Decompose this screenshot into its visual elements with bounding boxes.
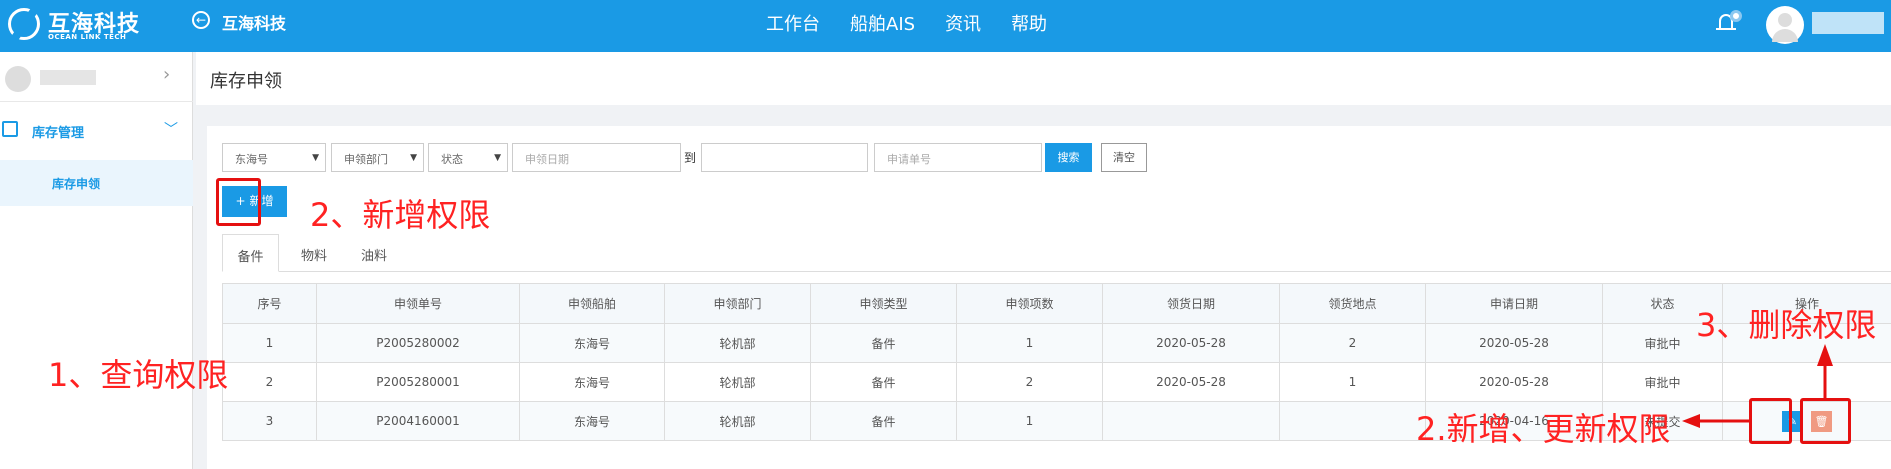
date-range-separator: 到 xyxy=(684,151,697,165)
table-cell: 备件 xyxy=(810,362,957,402)
logo-subtext: OCEAN LINK TECH xyxy=(48,33,127,41)
sidebar: › 库存管理 ﹀ 库存申领 xyxy=(0,52,193,469)
table-cell: 2020-05-28 xyxy=(1425,323,1603,363)
annotation-update-permission: 2.新增、更新权限 xyxy=(1416,410,1671,448)
dropdown-caret-icon: ▼ xyxy=(312,153,319,163)
table-cell: 2020-05-28 xyxy=(1102,362,1280,402)
column-header: 申领船舶 xyxy=(519,283,665,324)
table-cell: P2005280002 xyxy=(316,323,520,363)
nav-ship-ais[interactable]: 船舶AIS xyxy=(850,10,915,36)
column-header: 申领部门 xyxy=(664,283,811,324)
status-select[interactable]: 状态 ▼ xyxy=(428,143,508,172)
dropdown-caret-icon: ▼ xyxy=(494,153,501,163)
table-cell: 2 xyxy=(956,362,1103,402)
table-cell: 2 xyxy=(1279,323,1426,363)
sidebar-section-inventory[interactable]: 库存管理 ﹀ xyxy=(0,117,193,153)
table-cell xyxy=(1102,401,1280,441)
table-cell: P2004160001 xyxy=(316,401,520,441)
nav-news[interactable]: 资讯 xyxy=(945,10,981,36)
table-cell: 备件 xyxy=(810,323,957,363)
sidebar-section-label: 库存管理 xyxy=(32,126,85,141)
table-row[interactable]: 2 P2005280001 东海号 轮机部 备件 2 2020-05-28 1 … xyxy=(222,362,1891,402)
bag-icon xyxy=(2,121,18,137)
date-start-input[interactable]: 申领日期 xyxy=(512,143,681,172)
tab-oil[interactable]: 油料 xyxy=(348,234,400,272)
search-button[interactable]: 搜索 xyxy=(1045,143,1092,172)
tab-bar: 备件 物料 油料 xyxy=(222,234,1891,272)
department-select[interactable]: 申领部门 ▼ xyxy=(331,143,424,172)
user-name-redacted xyxy=(40,70,96,85)
column-header: 申领项数 xyxy=(956,283,1103,324)
main-nav: 工作台 船舶AIS 资讯 帮助 xyxy=(766,10,1047,36)
page-title: 库存申领 xyxy=(210,71,282,92)
ship-select[interactable]: 东海号 ▼ xyxy=(222,143,326,172)
table-cell: 备件 xyxy=(810,401,957,441)
table-header-row: 序号 申领单号 申领船舶 申领部门 申领类型 申领项数 领货日期 领货地点 申请… xyxy=(222,283,1891,324)
table-cell: 东海号 xyxy=(519,323,665,363)
dropdown-caret-icon: ▼ xyxy=(410,153,417,163)
apply-no-input[interactable]: 申请单号 xyxy=(874,143,1042,172)
chevron-right-icon: › xyxy=(163,64,171,85)
column-header: 申请日期 xyxy=(1425,283,1603,324)
username-redacted[interactable] xyxy=(1812,12,1884,34)
table-cell: 轮机部 xyxy=(664,401,811,441)
date-end-input[interactable] xyxy=(701,143,868,172)
bell-icon[interactable] xyxy=(1716,10,1742,36)
annotation-box-add xyxy=(216,178,261,226)
tab-materials[interactable]: 物料 xyxy=(288,234,340,272)
table-cell: 1 xyxy=(956,401,1103,441)
table-cell xyxy=(1279,401,1426,441)
table-cell: 审批中 xyxy=(1602,362,1723,402)
page-header: 库存申领 xyxy=(196,52,1891,105)
annotation-box-delete xyxy=(1800,398,1851,444)
table-cell: 1 xyxy=(1279,362,1426,402)
annotation-box-edit xyxy=(1749,398,1792,444)
top-bar: 互海科技 OCEAN LINK TECH ← 互海科技 工作台 船舶AIS 资讯… xyxy=(0,0,1891,52)
table-cell: 东海号 xyxy=(519,401,665,441)
sidebar-item-inventory-request[interactable]: 库存申领 xyxy=(0,160,193,206)
table-cell: P2005280001 xyxy=(316,362,520,402)
column-header: 领货日期 xyxy=(1102,283,1280,324)
column-header: 申领类型 xyxy=(810,283,957,324)
back-arrow-icon[interactable]: ← xyxy=(192,11,210,29)
sidebar-user[interactable]: › xyxy=(0,52,193,102)
table-cell: 东海号 xyxy=(519,362,665,402)
table-cell: 1 xyxy=(956,323,1103,363)
table-cell xyxy=(1722,362,1891,402)
nav-workbench[interactable]: 工作台 xyxy=(766,10,820,36)
table-cell: 2020-05-28 xyxy=(1425,362,1603,402)
system-title: 互海科技 xyxy=(222,14,287,33)
table-cell: 轮机部 xyxy=(664,323,811,363)
table-cell: 1 xyxy=(222,323,317,363)
sidebar-item-label: 库存申领 xyxy=(52,177,101,191)
tab-spare-parts[interactable]: 备件 xyxy=(222,234,279,272)
column-header: 申领单号 xyxy=(316,283,520,324)
column-header: 序号 xyxy=(222,283,317,324)
chevron-down-icon: ﹀ xyxy=(164,122,178,138)
column-header: 领货地点 xyxy=(1279,283,1426,324)
annotation-add-permission: 2、新增权限 xyxy=(310,196,491,234)
annotation-delete-permission: 3、删除权限 xyxy=(1696,306,1877,344)
clear-button[interactable]: 清空 xyxy=(1101,143,1147,172)
nav-help[interactable]: 帮助 xyxy=(1011,10,1047,36)
table-cell: 2020-05-28 xyxy=(1102,323,1280,363)
table-cell: 轮机部 xyxy=(664,362,811,402)
table-cell: 3 xyxy=(222,401,317,441)
logo-mark-icon xyxy=(8,8,40,40)
table-cell: 2 xyxy=(222,362,317,402)
user-avatar-icon xyxy=(5,66,31,92)
table-row[interactable]: 1 P2005280002 东海号 轮机部 备件 1 2020-05-28 2 … xyxy=(222,323,1891,363)
avatar[interactable] xyxy=(1766,6,1804,44)
logo: 互海科技 OCEAN LINK TECH xyxy=(8,5,148,47)
annotation-query-permission: 1、查询权限 xyxy=(48,356,229,394)
